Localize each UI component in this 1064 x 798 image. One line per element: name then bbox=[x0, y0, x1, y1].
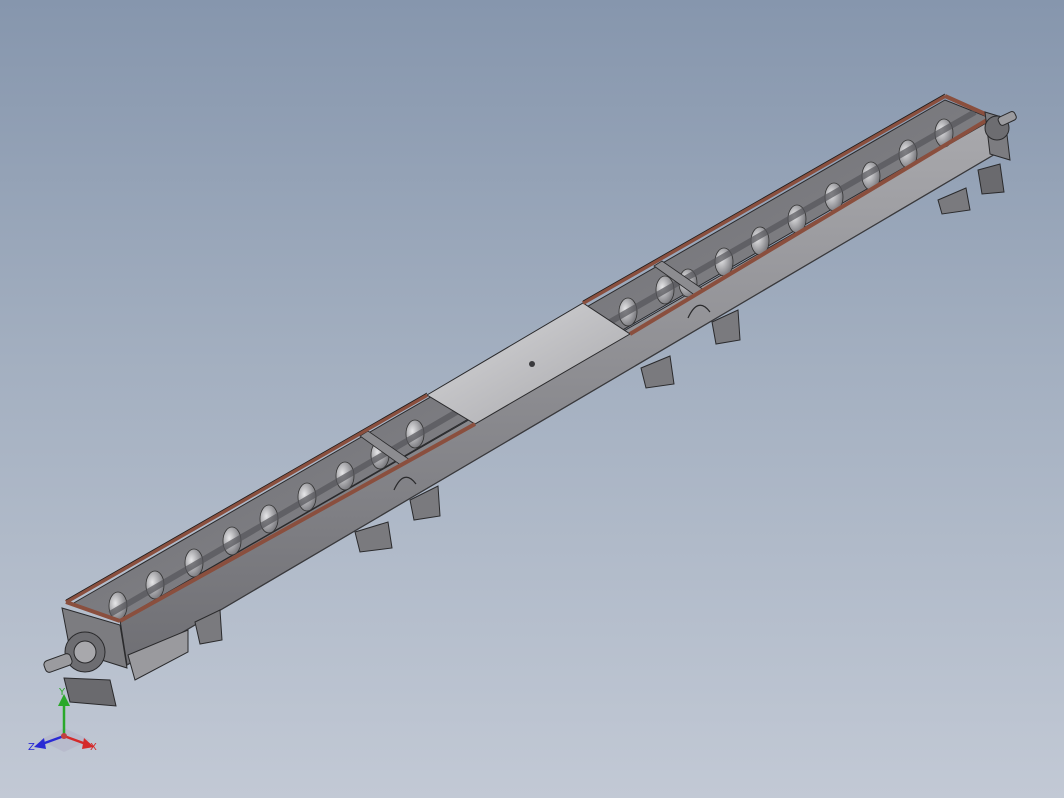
trough-bottom-edge bbox=[126, 149, 1003, 666]
graphics-viewport[interactable]: Y X Z bbox=[0, 0, 1064, 798]
y-axis-label: Y bbox=[58, 687, 66, 698]
z-arrow-icon bbox=[34, 738, 46, 749]
coordinate-triad: Y X Z bbox=[28, 687, 97, 753]
screw-conveyor-model[interactable] bbox=[0, 0, 1064, 798]
screw-flights-right[interactable] bbox=[608, 109, 977, 327]
screw-flights-left[interactable] bbox=[108, 407, 462, 621]
triad-origin bbox=[61, 733, 67, 739]
inlet-hole bbox=[529, 361, 535, 367]
x-axis-label: X bbox=[90, 742, 97, 753]
trough-side-face[interactable] bbox=[119, 117, 1003, 666]
z-axis-label: Z bbox=[28, 742, 35, 753]
support-feet[interactable] bbox=[194, 187, 971, 645]
